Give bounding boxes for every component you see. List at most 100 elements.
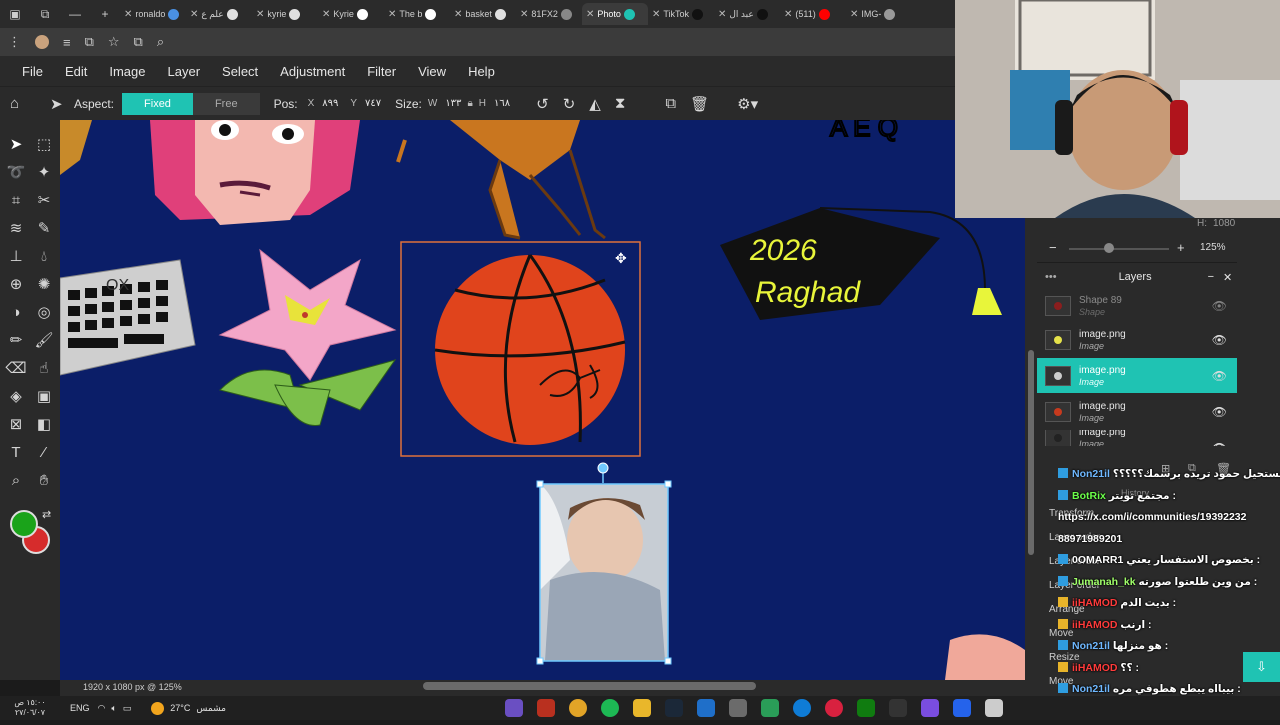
layers-close-icon[interactable]: ✕ bbox=[1223, 271, 1232, 284]
app-icon-xbox[interactable] bbox=[856, 699, 875, 717]
menu-filter[interactable]: Filter bbox=[367, 64, 396, 79]
size-w-field[interactable]: W ١٣٣ bbox=[422, 93, 468, 115]
pencil-icon[interactable]: ✏ bbox=[5, 330, 27, 352]
menu-layer[interactable]: Layer bbox=[168, 64, 201, 79]
browser-tab[interactable]: ✕ The b bbox=[384, 3, 450, 25]
browser-tab[interactable]: ✕ basket bbox=[450, 3, 516, 25]
tab-close-icon[interactable]: ✕ bbox=[190, 9, 198, 20]
browser-menu-icon[interactable]: ⋮ bbox=[8, 34, 21, 50]
tab-actions-icon[interactable]: ⧉ bbox=[30, 7, 60, 22]
pattern-icon[interactable]: ⊕ bbox=[5, 274, 27, 296]
menu-edit[interactable]: Edit bbox=[65, 64, 87, 79]
menu-image[interactable]: Image bbox=[109, 64, 145, 79]
app-icon-mail[interactable] bbox=[696, 699, 715, 717]
tab-close-icon[interactable]: ✕ bbox=[322, 9, 330, 20]
tab-close-icon[interactable]: ✕ bbox=[586, 9, 594, 20]
tab-close-icon[interactable]: ✕ bbox=[850, 9, 858, 20]
app-icon-copilot[interactable] bbox=[920, 699, 939, 717]
browser-tab[interactable]: ✕ ronaldo bbox=[120, 3, 186, 25]
tab-close-icon[interactable]: ✕ bbox=[454, 9, 462, 20]
app-icon-edge[interactable] bbox=[792, 699, 811, 717]
tab-close-icon[interactable]: ✕ bbox=[520, 9, 528, 20]
app-icon-obs[interactable] bbox=[504, 699, 523, 717]
layer-row[interactable]: image.pngImage 👁︎ bbox=[1037, 322, 1237, 357]
canvas-area[interactable]: A E Q OX ✥ 2026 Raghad bbox=[60, 120, 1025, 680]
crop-icon[interactable]: ⌗ bbox=[5, 190, 27, 212]
marquee-select-icon[interactable]: ⬚ bbox=[33, 134, 55, 156]
text-tool-icon[interactable]: T bbox=[5, 442, 27, 464]
delete-icon[interactable]: 🗑︎ bbox=[690, 95, 709, 113]
profile-avatar[interactable] bbox=[35, 35, 49, 49]
shape-icon[interactable]: ⊠ bbox=[5, 414, 27, 436]
gradient-icon[interactable]: ▣ bbox=[33, 386, 55, 408]
rotate-right-icon[interactable]: ↻ bbox=[563, 95, 576, 113]
browser-tab[interactable]: ✕ علم ع bbox=[186, 3, 252, 25]
app-icon-green[interactable] bbox=[760, 699, 779, 717]
zoom-icon[interactable]: ⌕ bbox=[5, 470, 27, 492]
app-icon-blue[interactable] bbox=[952, 699, 971, 717]
sponge-icon[interactable]: ✺ bbox=[33, 274, 55, 296]
pos-y-field[interactable]: Y ٧٤٧ bbox=[344, 93, 387, 115]
layer-row[interactable]: image.pngImage 👁︎ bbox=[1037, 430, 1237, 446]
layer-visibility-eye-icon[interactable]: 👁︎ bbox=[1212, 405, 1227, 419]
menu-adjustment[interactable]: Adjustment bbox=[280, 64, 345, 79]
menu-file[interactable]: File bbox=[22, 64, 43, 79]
extensions-icon[interactable]: ⧉ bbox=[134, 34, 143, 50]
volume-icon[interactable]: 🔈︎ bbox=[111, 703, 116, 714]
search-icon[interactable]: ⌕ bbox=[157, 34, 164, 50]
minimize-icon[interactable]: — bbox=[60, 7, 90, 21]
tab-close-icon[interactable]: ✕ bbox=[652, 9, 660, 20]
app-icon-files[interactable] bbox=[984, 699, 1003, 717]
zoom-slider[interactable] bbox=[1069, 248, 1169, 250]
brush-icon[interactable]: 🖌︎ bbox=[33, 330, 55, 352]
layers-more-icon[interactable]: ••• bbox=[1045, 271, 1057, 283]
tabs-icon[interactable]: ⧉ bbox=[85, 34, 94, 50]
browser-tab[interactable]: ✕ 81FX2 bbox=[516, 3, 582, 25]
swap-colors-icon[interactable]: ⇄ bbox=[42, 508, 51, 521]
replace-color-icon[interactable]: ◧ bbox=[33, 414, 55, 436]
aspect-free-button[interactable]: Free bbox=[192, 92, 260, 115]
tab-close-icon[interactable]: ✕ bbox=[256, 9, 264, 20]
app-icon-steam[interactable] bbox=[664, 699, 683, 717]
new-tab-icon[interactable]: + bbox=[90, 7, 120, 21]
browser-tab[interactable]: ✕ TikTok bbox=[648, 3, 714, 25]
magic-wand-icon[interactable]: ✦ bbox=[33, 162, 55, 184]
burn-icon[interactable]: ◎ bbox=[33, 302, 55, 324]
browser-tab[interactable]: ✕ (511) bbox=[780, 3, 846, 25]
weather-temp[interactable]: 27°C bbox=[170, 703, 190, 713]
app-icon-red[interactable] bbox=[536, 699, 555, 717]
layer-row[interactable]: image.pngImage 👁︎ bbox=[1037, 394, 1237, 429]
favorite-star-icon[interactable]: ☆ bbox=[108, 34, 120, 50]
layer-row[interactable]: Shape 89 Shape 👁︎ bbox=[1037, 288, 1237, 323]
app-icon-spotify[interactable] bbox=[600, 699, 619, 717]
paint-bucket-icon[interactable]: ◈ bbox=[5, 386, 27, 408]
weather-desc[interactable]: مشمس bbox=[196, 703, 226, 714]
lasso-icon[interactable]: ➰ bbox=[5, 162, 27, 184]
language-indicator[interactable]: ENG bbox=[70, 703, 90, 713]
app-icon-chrome[interactable] bbox=[568, 699, 587, 717]
app-icon-store[interactable] bbox=[728, 699, 747, 717]
primary-color-swatch[interactable] bbox=[10, 510, 38, 538]
eraser-icon[interactable]: ⌫ bbox=[5, 358, 27, 380]
settings-gear-icon[interactable]: ⚙▾ bbox=[737, 95, 758, 113]
layer-visibility-eye-icon[interactable]: 👁︎ bbox=[1212, 369, 1227, 383]
blur-drop-icon[interactable]: 💧︎ bbox=[33, 246, 55, 268]
tab-close-icon[interactable]: ✕ bbox=[718, 9, 726, 20]
move-tool-icon[interactable]: ➤ bbox=[5, 134, 27, 156]
healing-brush-icon[interactable]: ✎ bbox=[33, 218, 55, 240]
browser-tab[interactable]: ✕ Photo bbox=[582, 3, 648, 25]
pos-x-field[interactable]: X ٨٩٩ bbox=[302, 93, 345, 115]
home-icon[interactable]: ⌂ bbox=[10, 95, 28, 112]
zoom-out-icon[interactable]: − bbox=[1049, 240, 1057, 255]
clock[interactable]: ١٥:٠٠ ص ٢٧/٠٦/٠٧ bbox=[0, 698, 60, 718]
layer-visibility-eye-icon[interactable]: 👁︎ bbox=[1212, 299, 1227, 313]
browser-tab[interactable]: ✕ عبد ال bbox=[714, 3, 780, 25]
menu-view[interactable]: View bbox=[418, 64, 446, 79]
app-icon-settings[interactable] bbox=[888, 699, 907, 717]
flip-horizontal-icon[interactable]: ◭ bbox=[589, 95, 601, 113]
app-icon-opera[interactable] bbox=[824, 699, 843, 717]
menu-select[interactable]: Select bbox=[222, 64, 258, 79]
layer-row[interactable]: image.pngImage 👁︎ bbox=[1037, 358, 1237, 393]
zoom-level[interactable]: 125% bbox=[1200, 242, 1226, 253]
hand-icon[interactable]: ✋︎ bbox=[33, 470, 55, 492]
